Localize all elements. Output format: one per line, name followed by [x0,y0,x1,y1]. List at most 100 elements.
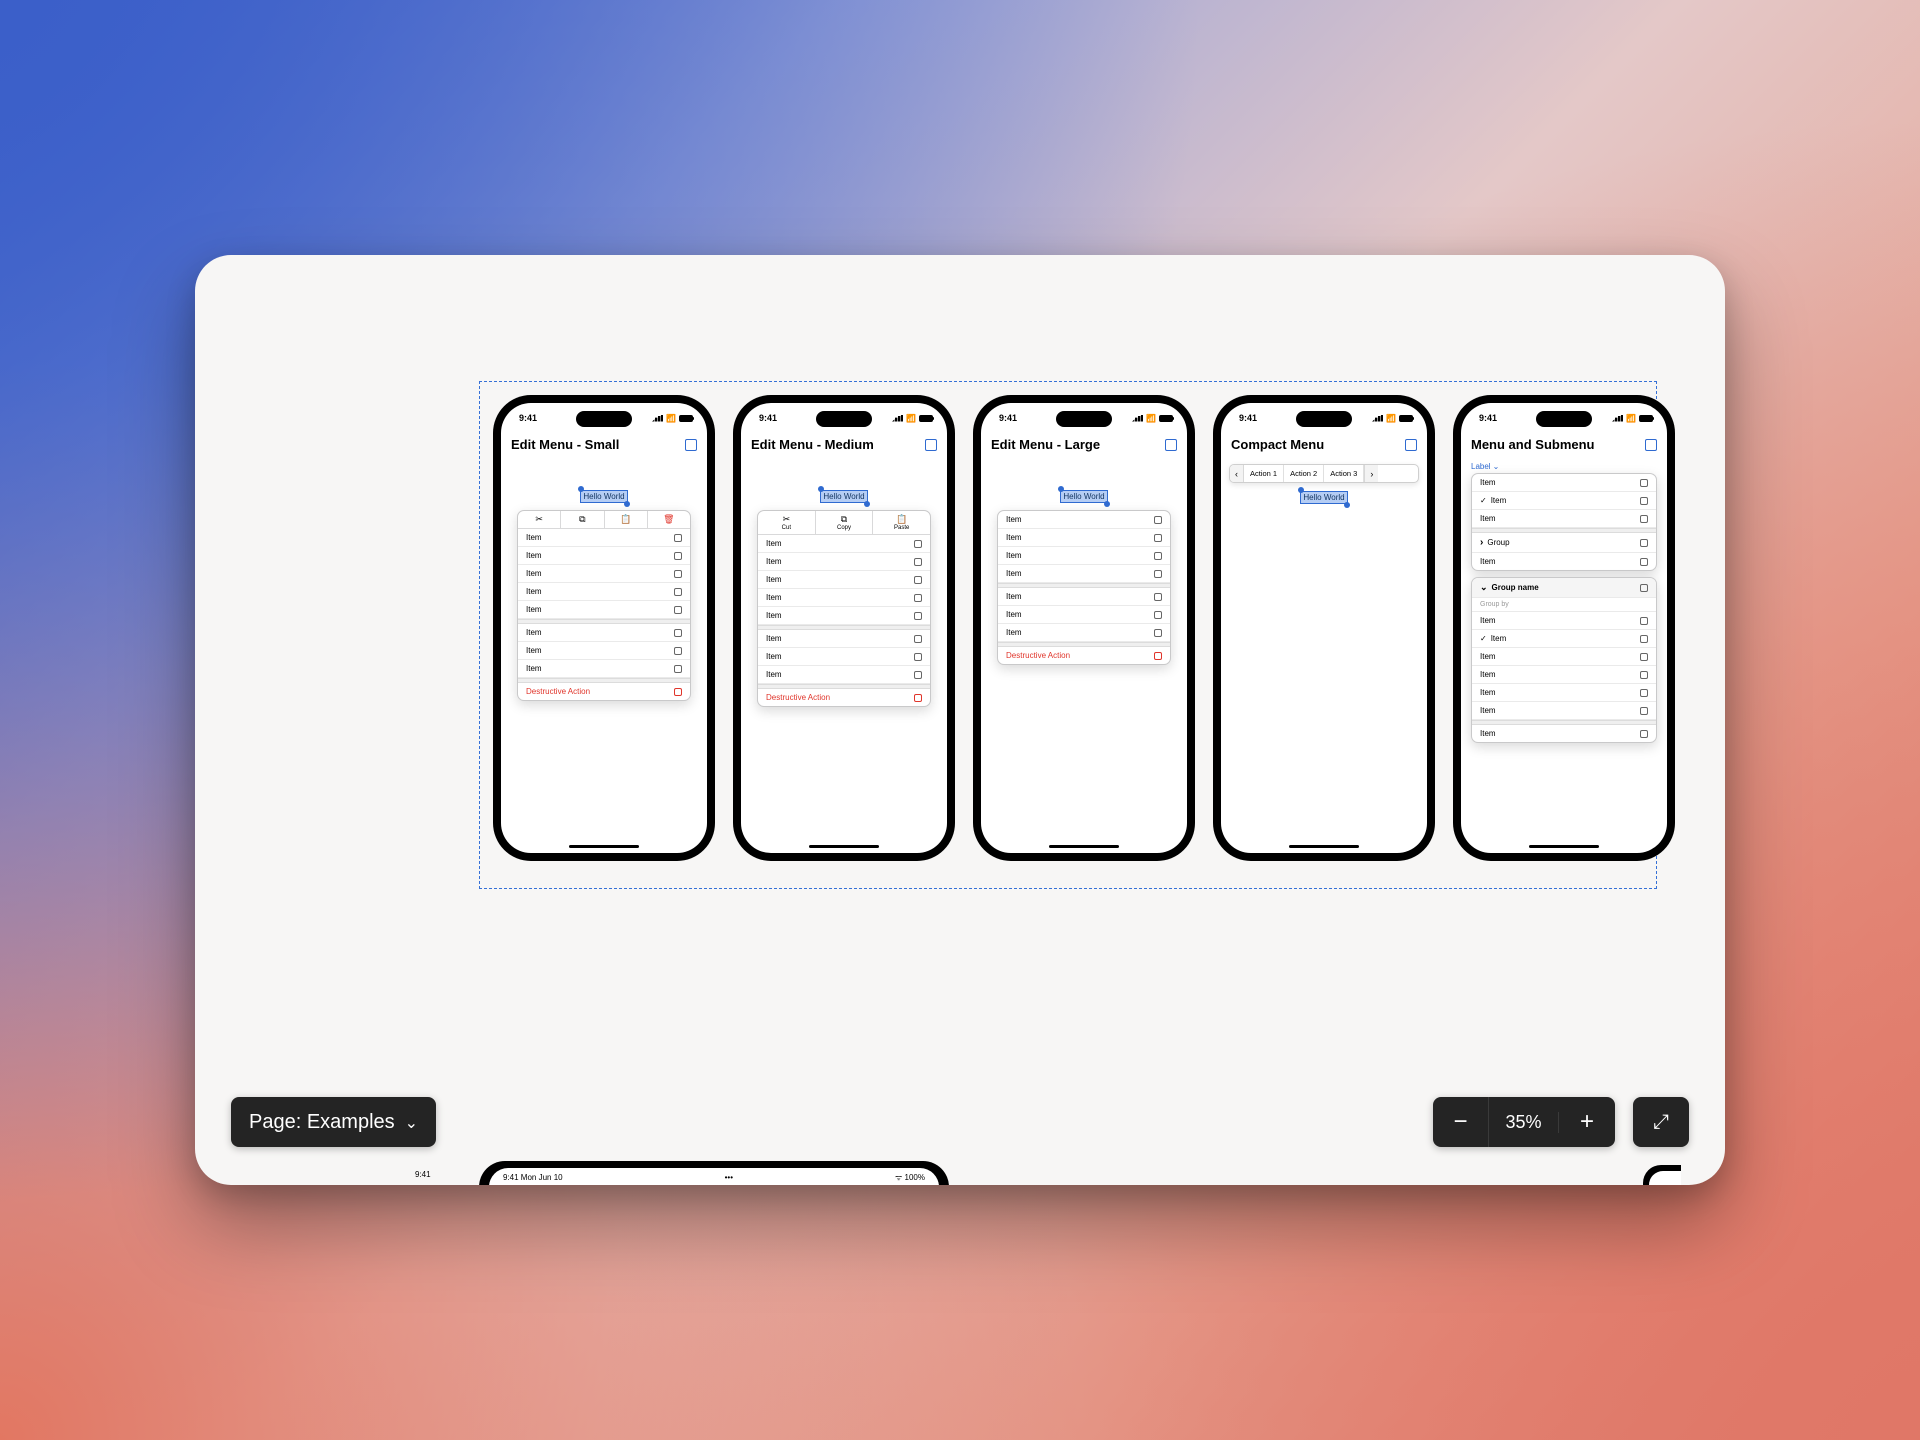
menu-item[interactable]: Item [758,607,930,625]
page-selector[interactable]: Page: Examples [231,1097,436,1147]
menu-item[interactable]: Item [758,648,930,666]
copy-icon: ⧉ [841,515,847,524]
menu-item[interactable]: Item [1472,553,1656,570]
menu-item[interactable]: Item [518,529,690,547]
menu-item[interactable]: Item [1472,702,1656,720]
menu-item[interactable]: Item [758,553,930,571]
dynamic-island [1056,411,1112,427]
menu-item[interactable]: Item [1472,510,1656,528]
menu-item[interactable]: Item [998,606,1170,624]
menu-popover: Item Item Item Group Item [1471,473,1657,571]
menu-item[interactable]: Item [1472,630,1656,648]
menu-item[interactable]: Item [758,666,930,684]
checkbox-icon [674,570,682,578]
paste-button[interactable]: 📋Paste [873,511,930,534]
menu-item[interactable]: Item [758,571,930,589]
destructive-action[interactable]: Destructive Action [998,647,1170,664]
checkbox-icon [674,552,682,560]
selection-handle-icon[interactable] [624,501,630,507]
menu-item[interactable]: Item [758,535,930,553]
menu-item[interactable]: Item [518,624,690,642]
menu-item[interactable]: Item [518,601,690,619]
tablet-frame-peek-right[interactable] [1643,1165,1681,1185]
selected-text[interactable]: Hello World [820,490,867,503]
action-button[interactable]: Action 1 [1244,465,1284,482]
zoom-in-button[interactable]: + [1559,1097,1615,1147]
phone-screen: 9:41 Menu and Submenu Label Item Item It… [1461,403,1667,853]
tablet-time-date: 9:41 Mon Jun 10 [503,1173,563,1182]
fullscreen-button[interactable]: ⤢ [1633,1097,1689,1147]
checkbox-icon [674,688,682,696]
cut-button[interactable]: ✂ [518,511,561,528]
add-icon[interactable] [925,439,937,451]
menu-item[interactable]: Item [1472,684,1656,702]
zoom-out-button[interactable]: − [1433,1097,1489,1147]
selection-handle-icon[interactable] [1344,502,1350,508]
dynamic-island [816,411,872,427]
action-button[interactable]: Action 3 [1324,465,1364,482]
menu-item[interactable]: Item [998,624,1170,642]
menu-item[interactable]: Item [758,630,930,648]
caret-down-icon [1480,583,1492,592]
canvas[interactable]: 9:41 Edit Menu - Small Hello World ✂ ⧉ [195,255,1725,1185]
menu-item[interactable]: Item [758,589,930,607]
add-icon[interactable] [1645,439,1657,451]
selection-handle-icon[interactable] [864,501,870,507]
phone-frame-4[interactable]: 9:41 Compact Menu ‹ Action 1 Action 2 Ac… [1213,395,1435,861]
add-icon[interactable] [1165,439,1177,451]
next-arrow-button[interactable]: › [1364,465,1378,482]
phone-frame-5[interactable]: 9:41 Menu and Submenu Label Item Item It… [1453,395,1675,861]
label-dropdown[interactable]: Label [1461,460,1667,473]
menu-item[interactable]: Item [998,529,1170,547]
status-indicators [1372,413,1413,423]
menu-item[interactable]: Item [998,547,1170,565]
destructive-action[interactable]: Destructive Action [758,689,930,706]
checkbox-icon [1640,515,1648,523]
screen-title: Edit Menu - Small [511,437,619,452]
phone-frame-1[interactable]: 9:41 Edit Menu - Small Hello World ✂ ⧉ [493,395,715,861]
menu-item[interactable]: Item [998,588,1170,606]
menu-group[interactable]: Group [1472,533,1656,553]
add-icon[interactable] [685,439,697,451]
checkbox-icon [914,671,922,679]
screen-title: Edit Menu - Large [991,437,1100,452]
paste-button[interactable]: 📋 [605,511,648,528]
menu-item[interactable]: Item [998,565,1170,583]
menu-item[interactable]: Item [1472,648,1656,666]
home-indicator [569,845,639,848]
phone-frame-2[interactable]: 9:41 Edit Menu - Medium Hello World ✂Cut… [733,395,955,861]
prev-arrow-button[interactable]: ‹ [1230,465,1244,482]
add-icon[interactable] [1405,439,1417,451]
menu-item[interactable]: Item [1472,612,1656,630]
menu-item[interactable]: Item [518,583,690,601]
menu-item[interactable]: Item [518,565,690,583]
menu-item[interactable]: Item [518,547,690,565]
delete-button[interactable]: 🗑 [648,511,690,528]
selected-text[interactable]: Hello World [1060,490,1107,503]
menu-item[interactable]: Item [1472,492,1656,510]
action-button[interactable]: Action 2 [1284,465,1324,482]
home-indicator [1049,845,1119,848]
copy-button[interactable]: ⧉ [561,511,604,528]
page-label: Page: Examples [249,1111,395,1134]
menu-item[interactable]: Item [1472,474,1656,492]
checkbox-icon [914,540,922,548]
cut-button[interactable]: ✂Cut [758,511,816,534]
checkbox-icon [674,606,682,614]
menu-item[interactable]: Item [998,511,1170,529]
menu-item[interactable]: Item [1472,725,1656,742]
selected-text[interactable]: Hello World [580,490,627,503]
selection-handle-icon[interactable] [1104,501,1110,507]
menu-item[interactable]: Item [1472,666,1656,684]
selected-text[interactable]: Hello World [1300,491,1347,504]
destructive-action[interactable]: Destructive Action [518,683,690,700]
checkbox-icon [1640,707,1648,715]
submenu-header[interactable]: Group name [1472,578,1656,598]
menu-item[interactable]: Item [518,660,690,678]
tablet-frame-peek[interactable]: 9:41 Mon Jun 10 ••• ᯤ 100% [479,1161,949,1185]
checkbox-icon [1640,584,1648,592]
menu-item[interactable]: Item [518,642,690,660]
copy-button[interactable]: ⧉Copy [816,511,874,534]
phone-frame-3[interactable]: 9:41 Edit Menu - Large Hello World Item … [973,395,1195,861]
zoom-value[interactable]: 35% [1489,1112,1559,1133]
